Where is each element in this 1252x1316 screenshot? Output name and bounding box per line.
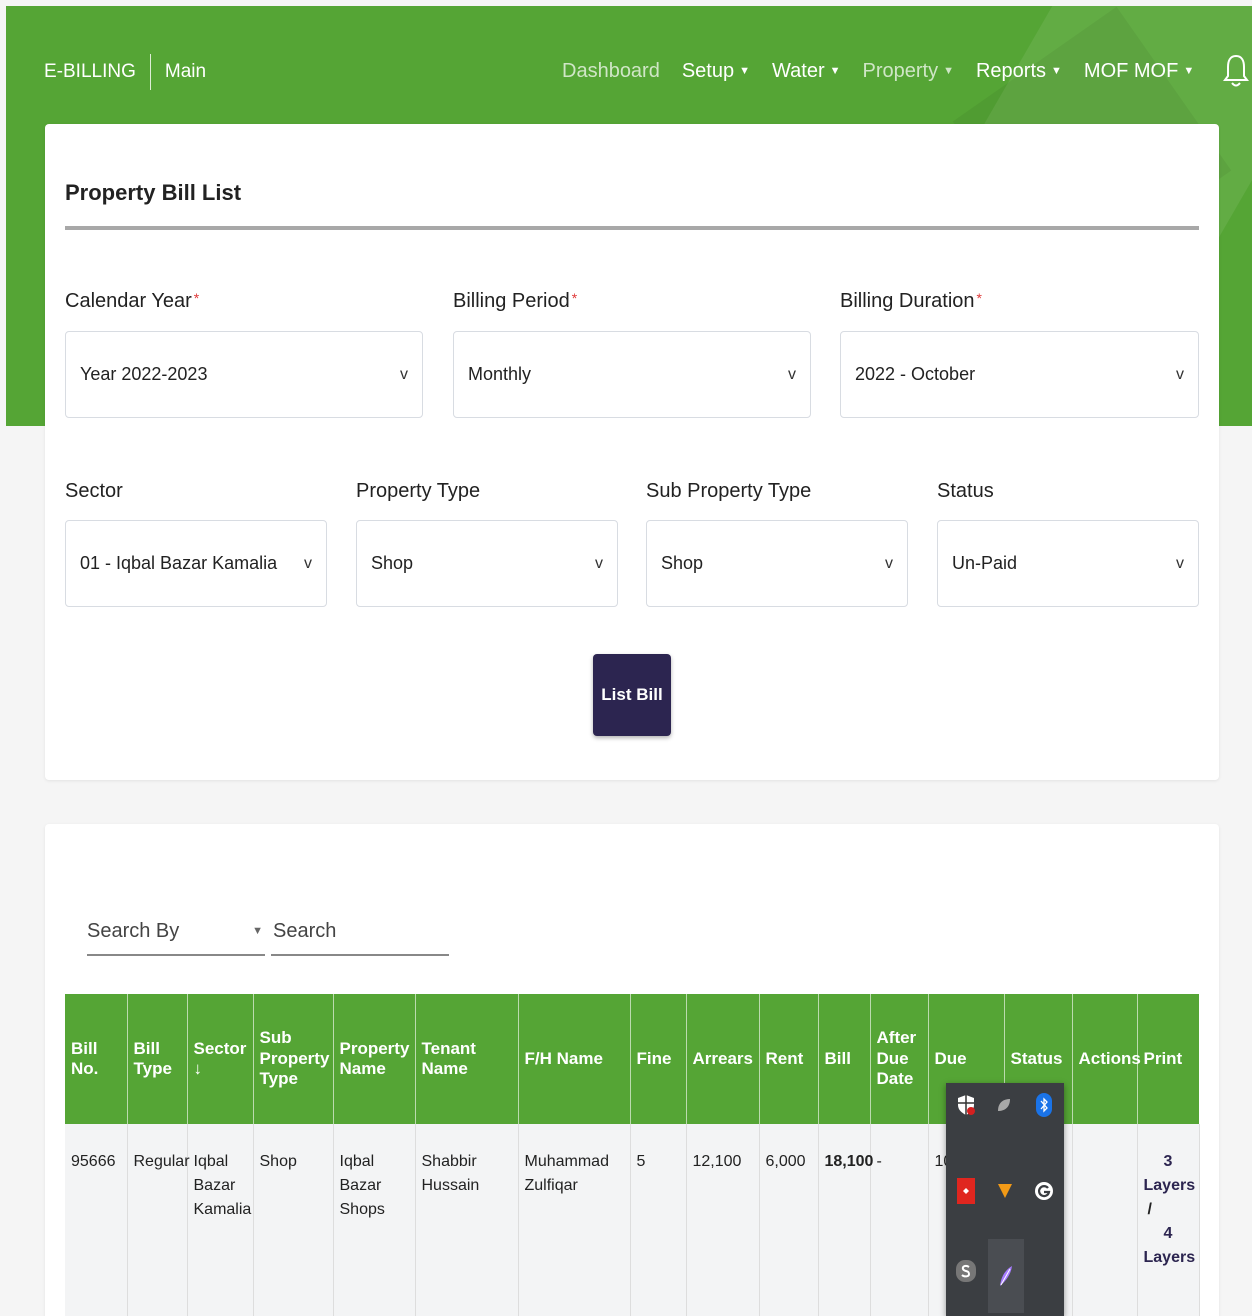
feather-icon[interactable] <box>988 1239 1024 1313</box>
bluetooth-icon[interactable] <box>1032 1093 1056 1117</box>
cell-tenant-name: Shabbir Hussain <box>415 1124 519 1316</box>
col-bill-no[interactable]: Bill No. <box>65 994 128 1124</box>
nav-dashboard[interactable]: Dashboard <box>562 60 660 83</box>
s-app-icon[interactable] <box>954 1259 978 1283</box>
section-name[interactable]: Main <box>165 61 206 83</box>
brand-name[interactable]: E-BILLING <box>44 61 136 83</box>
sub-property-type-label: Sub Property Type <box>646 480 812 502</box>
sector-label: Sector <box>65 480 123 502</box>
col-actions[interactable]: Actions <box>1072 994 1141 1124</box>
nav-setup[interactable]: Setup ▼ <box>682 60 750 83</box>
chevron-down-icon: v <box>885 554 893 572</box>
print-3-layers-link[interactable]: 3 Layers <box>1144 1150 1196 1198</box>
search-input[interactable]: Search <box>271 908 449 956</box>
col-sub-property-type[interactable]: Sub Property Type <box>253 994 334 1124</box>
caret-down-icon: ▼ <box>252 925 263 937</box>
billing-duration-select[interactable]: 2022 - October v <box>840 331 1199 418</box>
property-type-select[interactable]: Shop v <box>356 520 618 607</box>
col-arrears[interactable]: Arrears <box>686 994 760 1124</box>
nav-reports[interactable]: Reports ▼ <box>976 60 1062 83</box>
cell-bill-type: Regular <box>127 1124 190 1316</box>
nav-user-menu[interactable]: MOF MOF ▼ <box>1084 60 1194 83</box>
title-divider <box>65 226 1199 230</box>
caret-down-icon: ▼ <box>829 65 841 77</box>
col-property-name[interactable]: Property Name <box>333 994 416 1124</box>
billing-period-label: Billing Period * <box>453 290 578 312</box>
calendar-year-label: Calendar Year * <box>65 290 200 312</box>
chevron-down-icon: v <box>400 365 408 383</box>
main-nav: Dashboard Setup ▼ Water ▼ Property ▼ Report… <box>562 53 1252 89</box>
chevron-down-icon: v <box>595 554 603 572</box>
brand-divider <box>149 54 151 90</box>
chevron-down-icon: v <box>1176 554 1184 572</box>
chevron-down-icon: v <box>1176 365 1184 383</box>
nav-property[interactable]: Property ▼ <box>863 60 954 83</box>
cell-property-name: Iqbal Bazar Shops <box>333 1124 416 1316</box>
orange-app-icon[interactable] <box>993 1179 1017 1203</box>
cell-after-due-date: - <box>870 1124 929 1316</box>
col-fine[interactable]: Fine <box>630 994 687 1124</box>
col-after-due-date[interactable]: After Due Date <box>870 994 929 1124</box>
system-tray-popup <box>946 1083 1064 1316</box>
billing-duration-label: Billing Duration * <box>840 290 982 312</box>
list-bill-button[interactable]: List Bill <box>593 654 671 736</box>
col-sector[interactable]: Sector ↓ <box>187 994 254 1124</box>
caret-down-icon: ▼ <box>1183 65 1195 77</box>
cell-arrears: 12,100 <box>686 1124 760 1316</box>
col-fh-name[interactable]: F/H Name <box>518 994 631 1124</box>
cell-fine: 5 <box>630 1124 687 1316</box>
cell-sub-property-type: Shop <box>253 1124 334 1316</box>
chevron-down-icon: v <box>304 554 312 572</box>
col-bill-type[interactable]: Bill Type <box>127 994 188 1124</box>
sector-select[interactable]: 01 - Iqbal Bazar Kamalia v <box>65 520 327 607</box>
col-print[interactable]: Print <box>1137 994 1200 1124</box>
property-type-label: Property Type <box>356 480 481 502</box>
leaf-icon[interactable] <box>992 1093 1016 1117</box>
chevron-down-icon: v <box>788 365 796 383</box>
print-4-layers-link[interactable]: 4 Layers <box>1144 1222 1196 1270</box>
red-app-icon[interactable] <box>954 1178 978 1204</box>
caret-down-icon: ▼ <box>943 65 954 77</box>
sub-property-type-select[interactable]: Shop v <box>646 520 908 607</box>
col-tenant-name[interactable]: Tenant Name <box>415 994 519 1124</box>
shield-error-icon[interactable] <box>954 1093 978 1117</box>
g-app-icon[interactable] <box>1032 1179 1056 1203</box>
cell-rent: 6,000 <box>759 1124 819 1316</box>
filter-card: Property Bill List Calendar Year * Year 2… <box>45 124 1219 780</box>
print-separator: / <box>1147 1201 1152 1218</box>
caret-down-icon: ▼ <box>739 65 750 77</box>
caret-down-icon: ▼ <box>1051 65 1062 77</box>
cell-bill: 18,100 <box>818 1124 873 1316</box>
status-select[interactable]: Un-Paid v <box>937 520 1199 607</box>
bell-icon[interactable] <box>1222 53 1250 89</box>
cell-actions <box>1072 1124 1138 1316</box>
cell-fh-name: Muhammad Zulfiqar <box>518 1124 631 1316</box>
nav-water[interactable]: Water ▼ <box>772 60 841 83</box>
status-label: Status <box>937 480 994 502</box>
col-bill[interactable]: Bill <box>818 994 871 1124</box>
cell-bill-no: 95666 <box>65 1124 128 1316</box>
cell-print: 3 Layers / 4 Layers <box>1137 1124 1200 1316</box>
billing-period-select[interactable]: Monthly v <box>453 331 811 418</box>
calendar-year-select[interactable]: Year 2022-2023 v <box>65 331 423 418</box>
brand[interactable]: E-BILLING Main <box>44 54 206 90</box>
search-by-select[interactable]: Search By ▼ <box>87 908 265 956</box>
col-rent[interactable]: Rent <box>759 994 819 1124</box>
page-title: Property Bill List <box>65 180 242 205</box>
cell-sector: Iqbal Bazar Kamalia <box>187 1124 254 1316</box>
